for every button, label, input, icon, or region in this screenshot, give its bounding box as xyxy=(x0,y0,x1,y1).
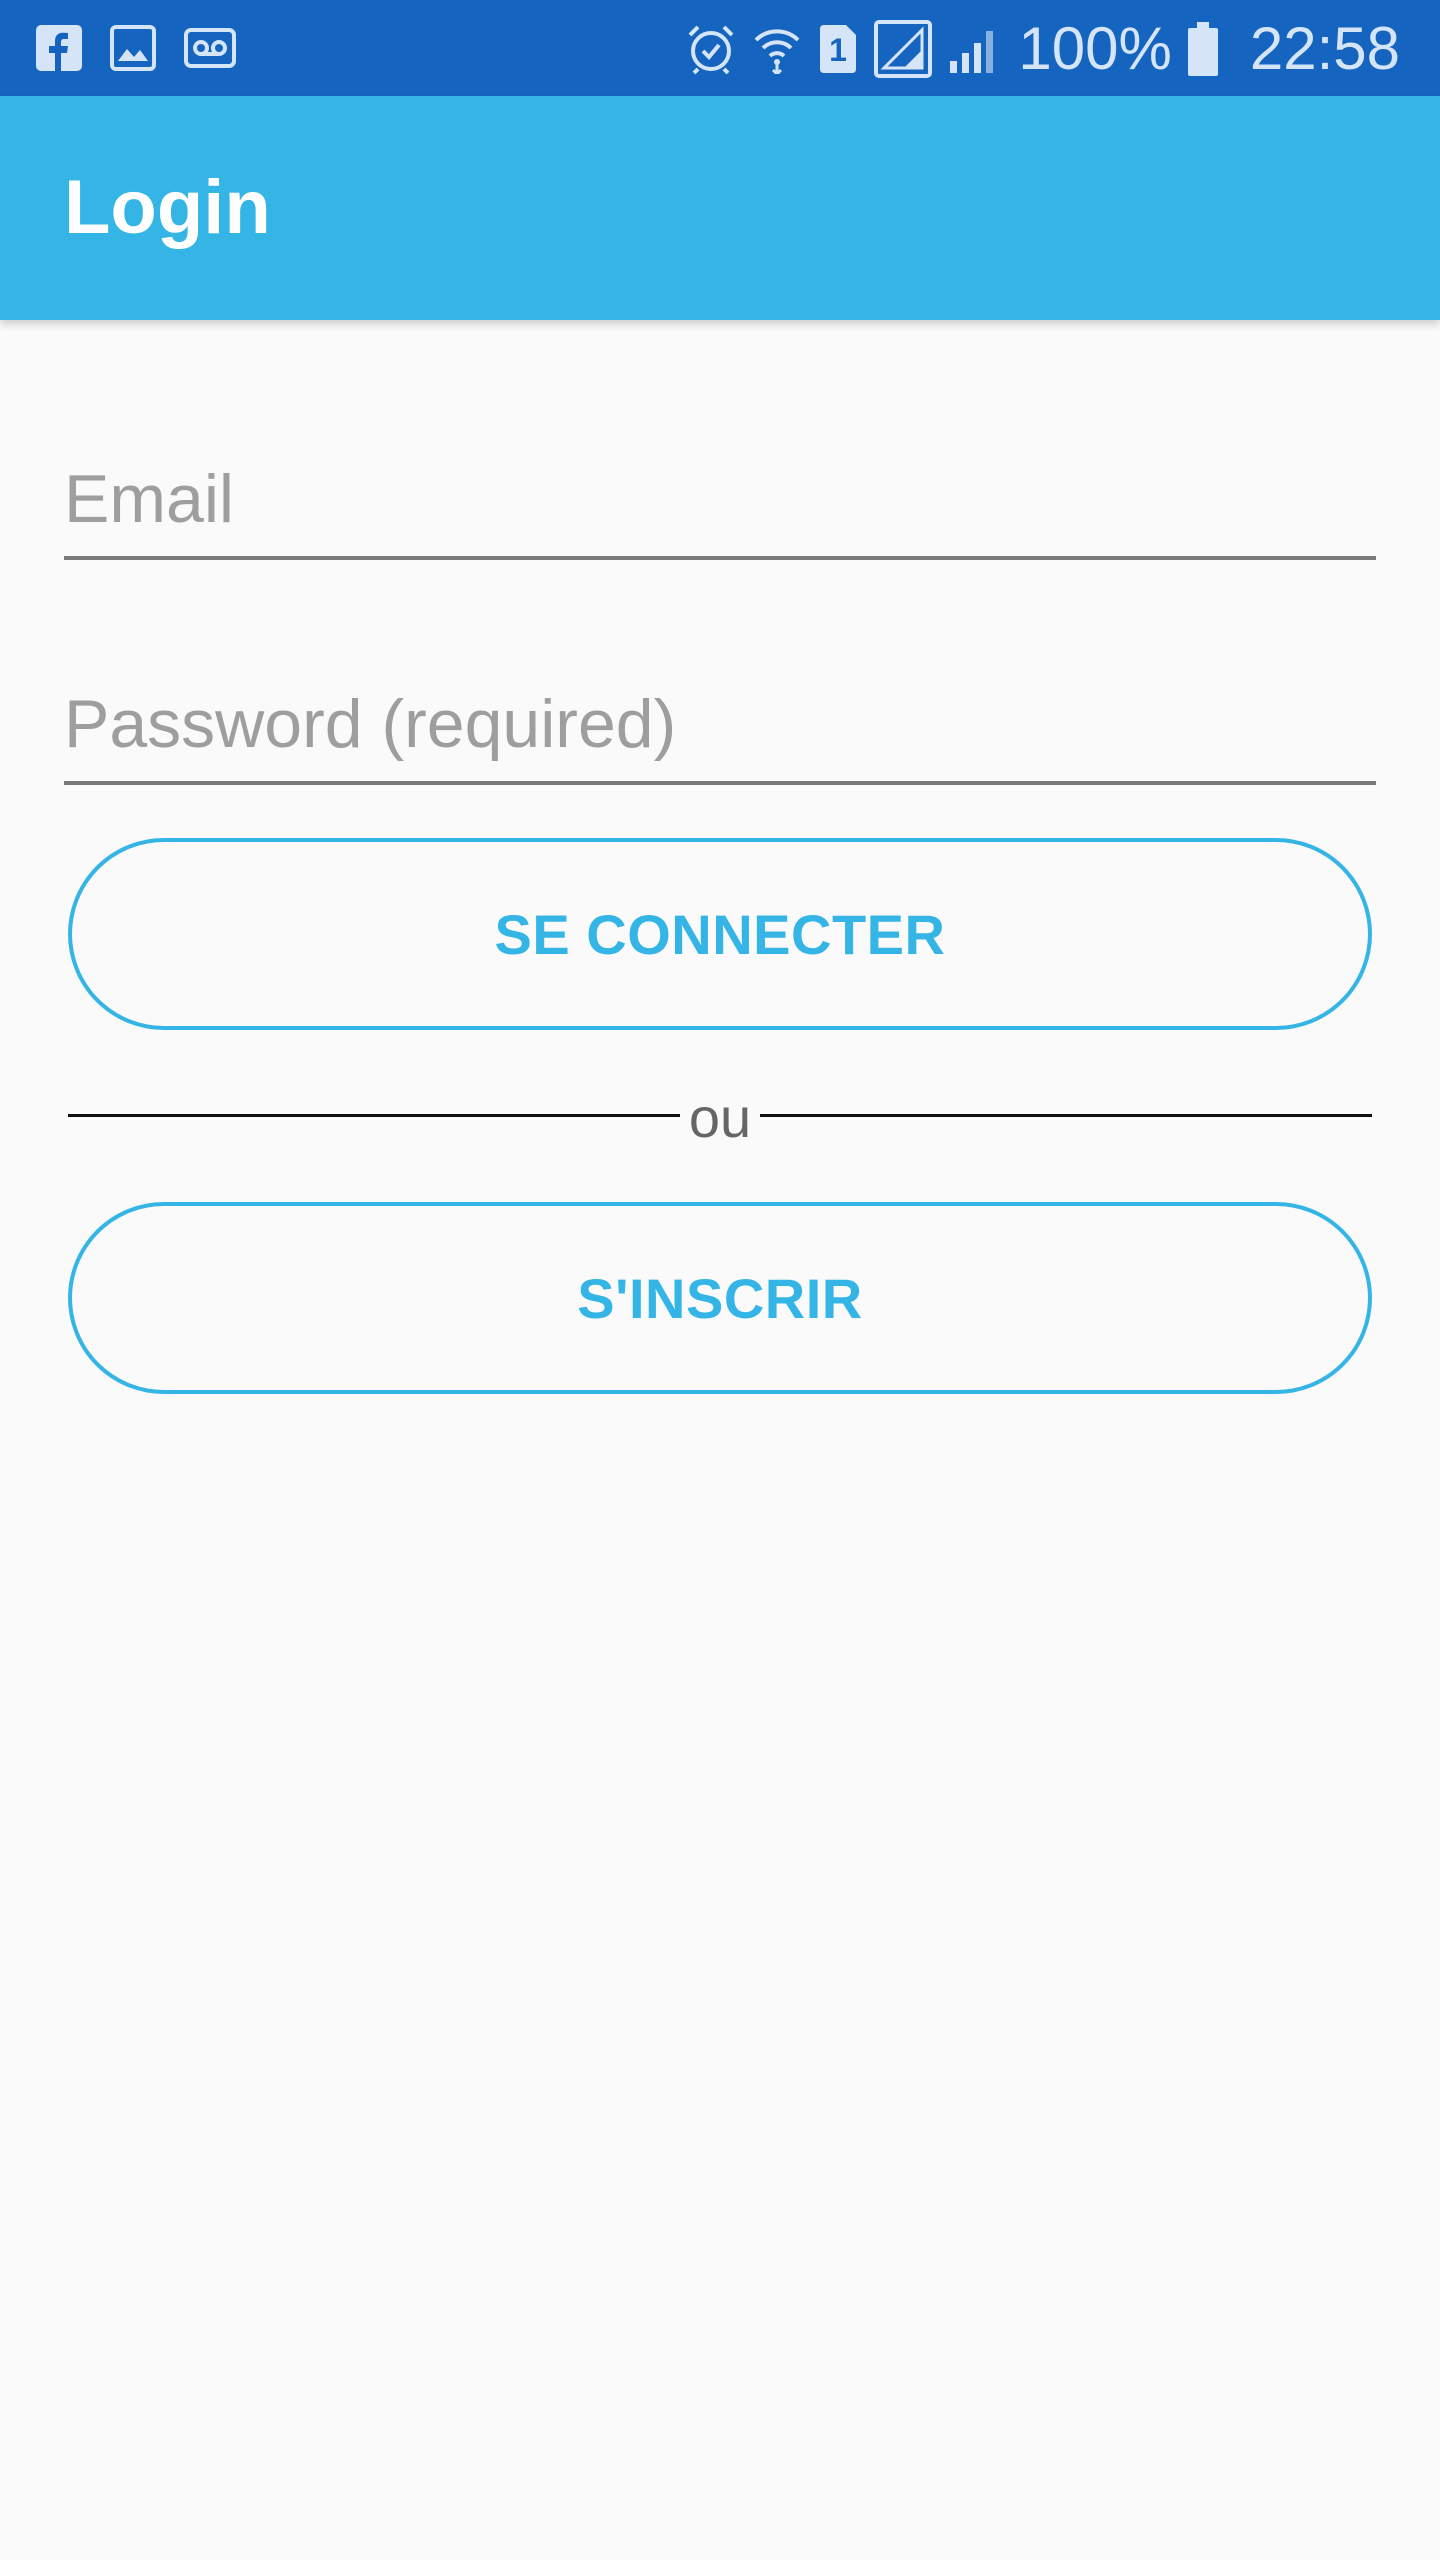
divider-line-right xyxy=(760,1114,1372,1117)
password-field-container xyxy=(64,675,1376,785)
password-field[interactable] xyxy=(64,675,1376,781)
signal-sim1-icon xyxy=(874,20,933,78)
email-field[interactable] xyxy=(64,450,1376,556)
clock: 22:58 xyxy=(1249,15,1400,82)
signup-button[interactable]: S'INSCRIR xyxy=(68,1202,1372,1394)
voicemail-icon xyxy=(184,28,236,68)
gallery-icon xyxy=(110,25,156,71)
alarm-icon xyxy=(686,23,736,75)
status-bar-notifications xyxy=(36,22,236,74)
email-field-container xyxy=(64,450,1376,560)
wifi-icon xyxy=(752,24,802,74)
sim-slot-number: 1 xyxy=(829,32,847,68)
status-bar: 1 100% 22:58 xyxy=(0,0,1440,96)
app-bar: Login xyxy=(0,96,1440,320)
status-bar-system: 1 100% 22:58 xyxy=(686,14,1400,84)
login-button[interactable]: SE CONNECTER xyxy=(68,838,1372,1030)
facebook-icon xyxy=(36,25,82,71)
page-title: Login xyxy=(64,165,271,250)
sim-icon: 1 xyxy=(818,23,858,75)
battery-percent: 100% xyxy=(1018,15,1172,82)
battery-icon xyxy=(1187,22,1218,76)
or-divider: ou xyxy=(68,1080,1372,1160)
divider-label: ou xyxy=(688,1086,752,1149)
signal-sim2-icon xyxy=(948,23,1000,75)
